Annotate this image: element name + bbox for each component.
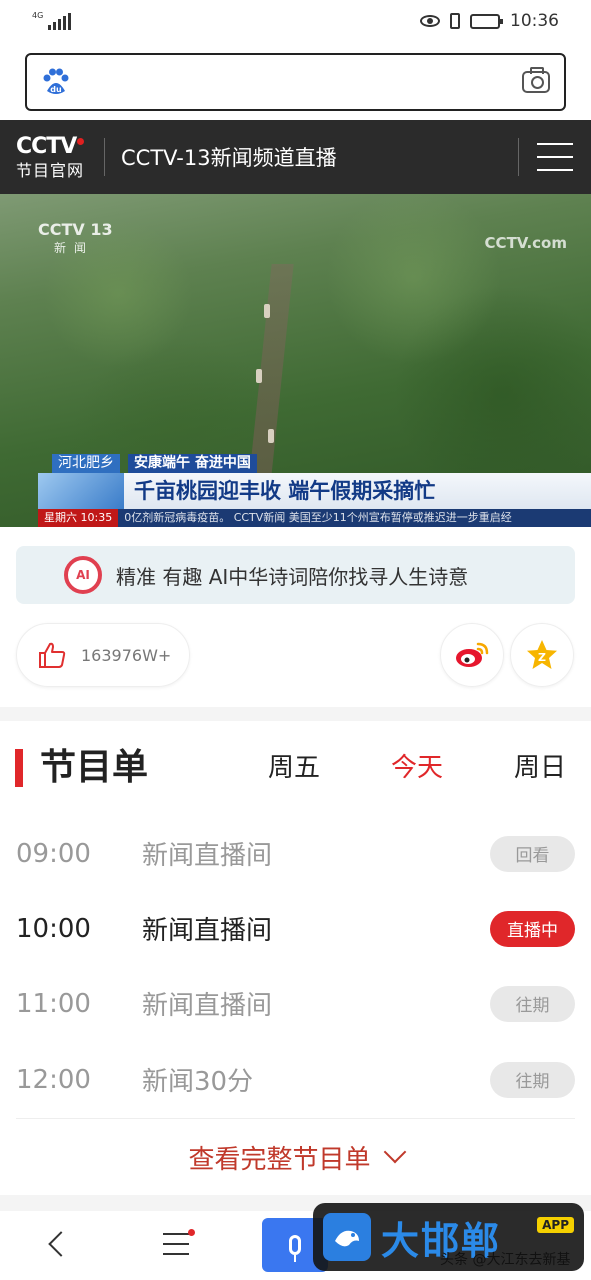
ai-icon: AI	[64, 556, 102, 594]
star-icon: Z	[527, 640, 557, 669]
notification-dot	[188, 1229, 195, 1236]
news-headline: 千亩桃园迎丰收 端午假期采摘忙	[124, 473, 591, 509]
video-player[interactable]: CCTV 13 新闻 CCTV.com 河北肥乡 安康端午 奋进中国 千亩桃园迎…	[0, 194, 591, 527]
network-label: 4G	[32, 11, 44, 20]
search-input[interactable]: du	[25, 53, 566, 111]
video-scene-person	[256, 369, 262, 383]
program-name: 新闻直播间	[142, 916, 273, 946]
channel-watermark: CCTV 13 新闻	[38, 220, 113, 256]
program-row-live[interactable]: 10:00 新闻直播间 直播中	[0, 891, 591, 966]
status-right: 10:36	[420, 11, 559, 31]
menu-icon[interactable]	[163, 1229, 195, 1255]
tab-friday[interactable]: 周五	[268, 740, 320, 796]
section-separator	[0, 707, 591, 721]
cctv-logo[interactable]: CCTV 节目官网	[0, 134, 104, 181]
camera-icon[interactable]	[522, 67, 550, 93]
past-badge[interactable]: 往期	[490, 985, 575, 1022]
schedule-title: 节目单	[40, 747, 149, 788]
past-badge[interactable]: 往期	[490, 1061, 575, 1098]
app-tag: APP	[537, 1217, 574, 1233]
program-name: 新闻30分	[142, 1067, 254, 1097]
title-accent-bar	[15, 749, 23, 787]
microphone-icon	[289, 1235, 301, 1262]
watermark-left-text: CCTV 13	[38, 220, 113, 239]
ai-banner-text: 精准 有趣 AI中华诗词陪你找寻人生诗意	[116, 564, 469, 589]
program-name: 新闻直播间	[142, 991, 273, 1021]
cctv-com-watermark: CCTV.com	[484, 234, 567, 252]
like-button[interactable]: 163976W+	[16, 623, 190, 687]
view-full-label: 查看完整节目单	[188, 1144, 371, 1175]
schedule-header: 节目单 周五 今天 周日	[0, 740, 591, 796]
favorite-button[interactable]: Z	[510, 623, 574, 687]
eye-comfort-icon	[420, 15, 440, 27]
page: 4G 10:36 du CCTV 节目官网 CCTV-13新闻频道直播 CCTV…	[0, 0, 591, 1280]
video-scene-person	[268, 429, 274, 443]
divider	[16, 1118, 575, 1119]
clock: 10:36	[510, 11, 559, 31]
tab-sunday[interactable]: 周日	[514, 740, 566, 796]
chevron-down-icon	[383, 1140, 406, 1164]
like-count: 163976W+	[81, 645, 172, 665]
ai-poetry-banner[interactable]: AI 精准 有趣 AI中华诗词陪你找寻人生诗意	[16, 546, 575, 604]
logo-mark: CCTV	[16, 133, 77, 159]
news-ticker: 星期六 10:35 0亿剂新冠病毒疫苗。 CCTV新闻 美国至少11个州宣布暂停…	[38, 509, 591, 527]
program-row[interactable]: 11:00 新闻直播间 往期	[0, 966, 591, 1041]
program-time: 09:00	[16, 838, 91, 869]
signal-icon: 4G	[32, 11, 72, 30]
weibo-icon	[456, 642, 489, 667]
program-name: 新闻直播间	[142, 841, 273, 871]
svg-text:Z: Z	[538, 651, 546, 664]
location-tag: 河北肥乡	[52, 454, 120, 473]
replay-button[interactable]: 回看	[490, 835, 575, 872]
page-title: CCTV-13新闻频道直播	[121, 146, 337, 170]
divider	[104, 138, 105, 176]
topic-tag: 安康端午 奋进中国	[128, 454, 257, 473]
site-header: CCTV 节目官网 CCTV-13新闻频道直播	[0, 120, 591, 194]
program-time: 12:00	[16, 1064, 91, 1095]
ticker-time: 星期六 10:35	[38, 509, 119, 527]
brand-logo-icon	[323, 1213, 371, 1261]
video-scene-person	[264, 304, 270, 318]
live-badge[interactable]: 直播中	[490, 910, 575, 947]
globe-graphic	[38, 473, 124, 509]
program-row[interactable]: 09:00 新闻直播间 回看	[0, 816, 591, 891]
program-time: 10:00	[16, 913, 91, 944]
baidu-logo-text: du	[50, 85, 62, 94]
news-lower-third: 河北肥乡 安康端午 奋进中国 千亩桃园迎丰收 端午假期采摘忙 星期六 10:35…	[38, 454, 591, 527]
logo-sub: 节目官网	[16, 160, 85, 180]
status-bar: 4G 10:36	[0, 0, 591, 42]
watermark-left-sub: 新闻	[54, 241, 95, 255]
thumb-up-icon	[39, 642, 66, 668]
ticker-text: 0亿剂新冠病毒疫苗。 CCTV新闻 美国至少11个州宣布暂停或推迟进一步重启经	[124, 511, 512, 524]
divider	[518, 138, 519, 176]
share-weibo-button[interactable]	[440, 623, 504, 687]
hamburger-menu-icon[interactable]	[537, 143, 573, 171]
tab-today[interactable]: 今天	[391, 740, 443, 796]
back-icon[interactable]	[48, 1231, 74, 1257]
program-time: 11:00	[16, 988, 91, 1019]
view-full-schedule-link[interactable]: 查看完整节目单	[0, 1135, 591, 1179]
vibrate-icon	[450, 13, 460, 29]
baidu-logo-icon: du	[43, 68, 69, 94]
battery-icon	[470, 13, 503, 29]
author-credit: 头条 @大江东去新基	[440, 1252, 571, 1268]
program-row[interactable]: 12:00 新闻30分 往期	[0, 1042, 591, 1117]
